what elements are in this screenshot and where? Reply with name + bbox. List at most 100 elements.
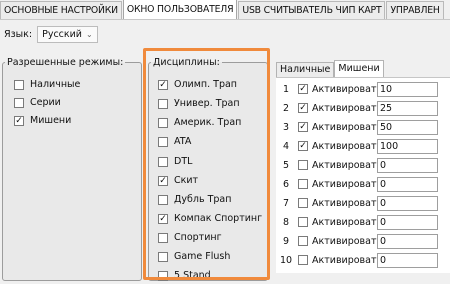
- activate-label: Активировать: [312, 197, 383, 209]
- checkbox[interactable]: [158, 156, 168, 167]
- table-row: 3 ✓ Активировать 50: [276, 118, 438, 136]
- disciplines-group: Дисциплины: ✓ Олимп. Трап Универ. Трап А…: [148, 57, 268, 281]
- discipline-item[interactable]: Универ. Трап: [158, 98, 240, 109]
- mode-label: Серии: [30, 97, 61, 108]
- mode-series[interactable]: Серии: [14, 97, 61, 108]
- discipline-label: Америк. Трап: [174, 117, 242, 128]
- tab-basic-settings[interactable]: ОСНОВНЫЕ НАСТРОЙКИ: [0, 1, 122, 19]
- table-row: 4 ✓ Активировать 100: [276, 137, 438, 155]
- checkbox[interactable]: [158, 232, 168, 243]
- checkbox[interactable]: [158, 136, 168, 147]
- checkbox[interactable]: [298, 255, 308, 265]
- discipline-item[interactable]: ✓ Скит: [158, 175, 198, 186]
- main-tab-bar: ОСНОВНЫЕ НАСТРОЙКИ ОКНО ПОЛЬЗОВАТЕЛЯ USB…: [0, 0, 450, 20]
- table-row: 8 Активировать 0: [276, 213, 438, 231]
- row-number: 10: [279, 254, 293, 266]
- discipline-label: Спортинг: [174, 232, 222, 243]
- discipline-label: Компак Спортинг: [174, 213, 263, 224]
- value-input[interactable]: 25: [377, 100, 438, 116]
- checkbox[interactable]: [298, 236, 308, 246]
- discipline-item[interactable]: Game Flush: [158, 251, 230, 262]
- checkbox-checked[interactable]: ✓: [298, 141, 308, 151]
- allowed-modes-legend: Разрешенные режимы:: [7, 57, 124, 68]
- checkbox-checked[interactable]: ✓: [14, 115, 24, 126]
- discipline-label: Скит: [174, 175, 199, 186]
- activate-label: Активировать: [312, 216, 383, 228]
- discipline-item[interactable]: Америк. Трап: [158, 117, 241, 128]
- language-value: Русский: [42, 29, 82, 40]
- row-number: 9: [282, 235, 290, 247]
- discipline-item[interactable]: ✓ Компак Спортинг: [158, 213, 262, 224]
- value-input[interactable]: 10: [377, 81, 438, 97]
- table-row: 9 Активировать 0: [276, 232, 438, 250]
- activate-label: Активировать: [312, 159, 383, 171]
- row-number: 4: [282, 140, 290, 152]
- discipline-label: Game Flush: [174, 251, 231, 262]
- checkbox-checked[interactable]: ✓: [158, 79, 168, 90]
- mode-label: Наличные: [30, 79, 81, 90]
- checkbox-checked[interactable]: ✓: [158, 213, 168, 224]
- checkbox[interactable]: [298, 160, 308, 170]
- checkbox-checked[interactable]: ✓: [298, 84, 308, 94]
- tab-usb-chip-reader[interactable]: USB СЧИТЫВАТЕЛЬ ЧИП КАРТ: [238, 1, 386, 19]
- table-row: 5 Активировать 0: [276, 156, 438, 174]
- discipline-label: Дубль Трап: [174, 194, 232, 205]
- tab-targets[interactable]: Мишени: [334, 60, 384, 77]
- value-input[interactable]: 50: [377, 119, 438, 135]
- value-input[interactable]: 0: [377, 233, 438, 249]
- checkbox[interactable]: [158, 117, 168, 128]
- tab-cash[interactable]: Наличные: [276, 62, 335, 77]
- checkbox[interactable]: [298, 217, 308, 227]
- value-input[interactable]: 100: [377, 138, 438, 154]
- activate-label: Активировать: [312, 140, 383, 152]
- allowed-modes-group: Разрешенные режимы: Наличные Серии ✓ Миш…: [2, 57, 142, 281]
- discipline-item[interactable]: Спортинг: [158, 232, 222, 243]
- checkbox[interactable]: [158, 251, 168, 262]
- language-select[interactable]: Русский ⌄: [37, 26, 98, 43]
- checkbox[interactable]: [158, 270, 168, 281]
- checkbox-checked[interactable]: ✓: [298, 103, 308, 113]
- activate-label: Активировать: [312, 254, 383, 266]
- activate-label: Активировать: [312, 102, 383, 114]
- row-number: 7: [282, 197, 290, 209]
- discipline-item[interactable]: ATA: [158, 136, 191, 147]
- row-number: 1: [282, 83, 290, 95]
- table-row: 2 ✓ Активировать 25: [276, 99, 438, 117]
- discipline-label: DTL: [174, 156, 193, 167]
- checkbox[interactable]: [14, 79, 24, 90]
- discipline-item[interactable]: ✓ Олимп. Трап: [158, 79, 237, 90]
- language-label: Язык:: [4, 29, 33, 40]
- value-input[interactable]: 0: [377, 214, 438, 230]
- table-row: 1 ✓ Активировать 10: [276, 80, 438, 98]
- checkbox[interactable]: [14, 97, 24, 108]
- activate-label: Активировать: [312, 235, 383, 247]
- value-input[interactable]: 0: [377, 157, 438, 173]
- discipline-label: ATA: [174, 136, 192, 147]
- checkbox[interactable]: [298, 179, 308, 189]
- checkbox[interactable]: [158, 194, 168, 205]
- language-row: Язык: Русский ⌄: [4, 26, 98, 43]
- activate-label: Активировать: [312, 83, 383, 95]
- tab-user-window[interactable]: ОКНО ПОЛЬЗОВАТЕЛЯ: [122, 0, 238, 19]
- checkbox-checked[interactable]: ✓: [298, 122, 308, 132]
- value-input[interactable]: 0: [377, 195, 438, 211]
- discipline-label: Олимп. Трап: [174, 79, 238, 90]
- checkbox[interactable]: [158, 98, 168, 109]
- value-input[interactable]: 0: [377, 176, 438, 192]
- row-number: 3: [282, 121, 290, 133]
- discipline-item[interactable]: Дубль Трап: [158, 194, 231, 205]
- chevron-down-icon: ⌄: [85, 30, 93, 39]
- checkbox-checked[interactable]: ✓: [158, 175, 168, 186]
- mode-targets[interactable]: ✓ Мишени: [14, 115, 71, 126]
- activate-label: Активировать: [312, 178, 383, 190]
- discipline-item[interactable]: 5 Stand: [158, 270, 211, 281]
- row-number: 5: [282, 159, 290, 171]
- discipline-label: 5 Stand: [174, 270, 211, 281]
- tab-management[interactable]: УПРАВЛЕН: [386, 1, 444, 19]
- mode-label: Мишени: [30, 115, 72, 126]
- checkbox[interactable]: [298, 198, 308, 208]
- discipline-item[interactable]: DTL: [158, 156, 192, 167]
- mode-cash[interactable]: Наличные: [14, 79, 80, 90]
- value-input[interactable]: 0: [377, 252, 438, 268]
- row-number: 8: [282, 216, 290, 228]
